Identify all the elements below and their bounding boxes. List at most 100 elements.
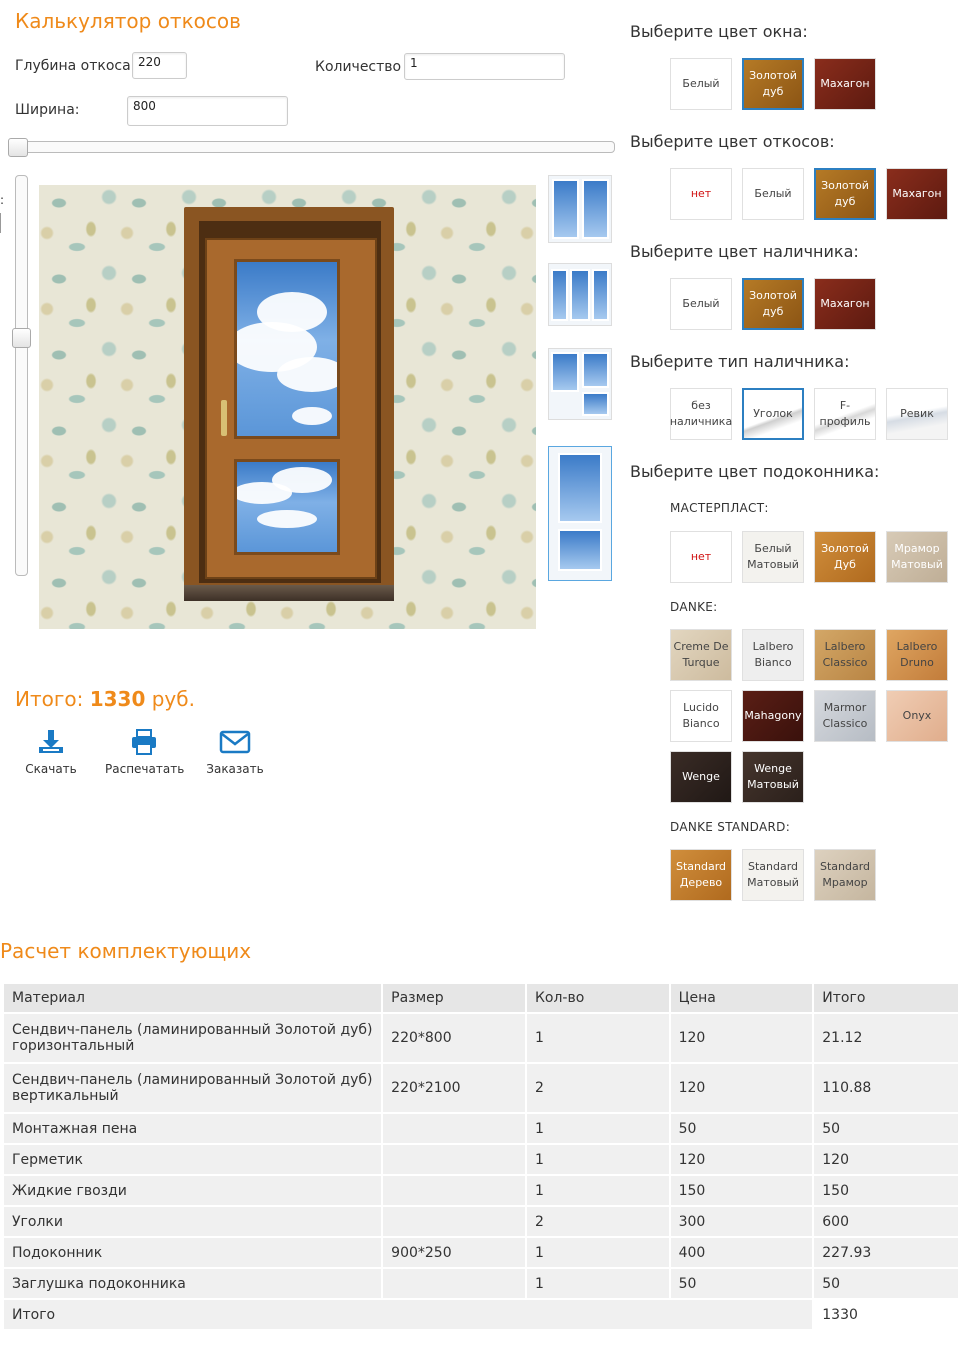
- components-title: Расчет комплектующих: [0, 939, 252, 963]
- total-amount: 1330: [89, 687, 146, 711]
- envelope-icon: [219, 730, 251, 754]
- header-quantity: Кол-во: [526, 984, 669, 1012]
- download-button[interactable]: Скачать: [25, 728, 77, 776]
- trim-type-corner[interactable]: Уголок: [742, 388, 804, 440]
- sill-masterplast-marble-matte[interactable]: Мрамор Матовый: [886, 531, 948, 583]
- cell-quantity: 1: [526, 1014, 669, 1062]
- table-header-row: Материал Размер Кол-во Цена Итого: [4, 984, 958, 1012]
- cell-total: 120: [814, 1145, 958, 1174]
- cell-material: Сендвич-панель (ламинированный Золотой д…: [4, 1064, 382, 1112]
- table-total-row: Итого 1330: [4, 1300, 958, 1329]
- cell-price: 150: [670, 1176, 813, 1205]
- cell-price: 120: [670, 1014, 813, 1062]
- table-row: Сендвич-панель (ламинированный Золотой д…: [4, 1014, 958, 1062]
- table-row: Сендвич-панель (ламинированный Золотой д…: [4, 1064, 958, 1112]
- trim-color-title: Выберите цвет наличника:: [630, 242, 859, 261]
- trim-color-mahogany[interactable]: Махагон: [814, 278, 876, 330]
- cell-quantity: 1: [526, 1176, 669, 1205]
- window-sill: [184, 585, 394, 601]
- cell-quantity: 1: [526, 1238, 669, 1267]
- sill-standard-matte[interactable]: Standard Матовый: [742, 849, 804, 901]
- cell-quantity: 1: [526, 1145, 669, 1174]
- cell-quantity: 1: [526, 1269, 669, 1298]
- trim-type-f-profile[interactable]: F-профиль: [814, 388, 876, 440]
- slope-color-title: Выберите цвет откосов:: [630, 132, 835, 151]
- window-type-triple-thumb[interactable]: [548, 263, 612, 326]
- calculator-title: Калькулятор откосов: [15, 9, 241, 33]
- sill-standard-wood[interactable]: Standard Дерево: [670, 849, 732, 901]
- download-icon: [39, 730, 63, 753]
- depth-input[interactable]: 220: [132, 52, 187, 79]
- sill-masterplast-white-matte[interactable]: Белый Матовый: [742, 531, 804, 583]
- sill-danke-mahagony[interactable]: Mahagony: [742, 690, 804, 742]
- sill-masterplast-golden-oak[interactable]: Золотой Дуб: [814, 531, 876, 583]
- width-slider-handle[interactable]: [8, 138, 28, 157]
- cell-price: 120: [670, 1064, 813, 1112]
- cell-size: [383, 1269, 525, 1298]
- cell-price: 120: [670, 1145, 813, 1174]
- cell-material: Герметик: [4, 1145, 382, 1174]
- depth-label: Глубина откоса: [15, 58, 131, 74]
- total-currency: руб.: [151, 687, 195, 711]
- header-price: Цена: [670, 984, 813, 1012]
- cell-material: Монтажная пена: [4, 1114, 382, 1143]
- sill-danke-creme-de-turque[interactable]: Creme De Turque: [670, 629, 732, 681]
- slope-color-none[interactable]: нет: [670, 168, 732, 220]
- trim-type-revik[interactable]: Ревик: [886, 388, 948, 440]
- table-row: Уголки 2 300 600: [4, 1207, 958, 1236]
- height-slider[interactable]: [12, 175, 31, 576]
- cell-size: [383, 1176, 525, 1205]
- trim-type-none[interactable]: без наличника: [670, 388, 732, 440]
- cell-total: 150: [814, 1176, 958, 1205]
- width-slider[interactable]: [8, 138, 615, 157]
- printer-icon: [131, 729, 156, 755]
- order-label: Заказать: [206, 762, 264, 776]
- window-preview: [39, 185, 536, 629]
- cell-price: 400: [670, 1238, 813, 1267]
- sill-color-title: Выберите цвет подоконника:: [630, 462, 880, 481]
- header-total: Итого: [814, 984, 958, 1012]
- quantity-input[interactable]: 1: [404, 53, 565, 80]
- sill-standard-marble[interactable]: Standard Мрамор: [814, 849, 876, 901]
- trim-color-white[interactable]: Белый: [670, 278, 732, 330]
- cell-material: Заглушка подоконника: [4, 1269, 382, 1298]
- height-slider-handle[interactable]: [12, 328, 31, 348]
- sill-danke-lalbero-druno[interactable]: Lalbero Druno: [886, 629, 948, 681]
- sill-danke-marmor-classico[interactable]: Marmor Classico: [814, 690, 876, 742]
- cell-total: 227.93: [814, 1238, 958, 1267]
- height-slider-tick: [0, 213, 1, 233]
- sill-masterplast-none[interactable]: нет: [670, 531, 732, 583]
- table-total-value: 1330: [814, 1300, 958, 1329]
- window-color-golden-oak[interactable]: Золотой дуб: [742, 58, 804, 110]
- table-total-label: Итого: [4, 1300, 813, 1329]
- sill-danke-lucido-bianco[interactable]: Lucido Bianco: [670, 690, 732, 742]
- cell-price: 300: [670, 1207, 813, 1236]
- order-button[interactable]: Заказать: [206, 728, 264, 776]
- window-color-mahogany[interactable]: Махагон: [814, 58, 876, 110]
- window-color-white[interactable]: Белый: [670, 58, 732, 110]
- cell-material: Подоконник: [4, 1238, 382, 1267]
- slope-color-mahogany[interactable]: Махагон: [886, 168, 948, 220]
- width-label: Ширина:: [15, 102, 80, 118]
- sill-danke-lalbero-bianco[interactable]: Lalbero Bianco: [742, 629, 804, 681]
- trim-color-golden-oak[interactable]: Золотой дуб: [742, 278, 804, 330]
- header-material: Материал: [4, 984, 382, 1012]
- cell-quantity: 2: [526, 1207, 669, 1236]
- print-button[interactable]: Распечатать: [105, 728, 184, 776]
- slope-color-golden-oak[interactable]: Золотой дуб: [814, 168, 876, 220]
- sill-danke-wenge[interactable]: Wenge: [670, 751, 732, 803]
- window-type-door-thumb[interactable]: [548, 446, 612, 581]
- sill-danke-onyx[interactable]: Onyx: [886, 690, 948, 742]
- masterplast-title: МАСТЕРПЛАСТ:: [670, 501, 769, 515]
- sill-danke-lalbero-classico[interactable]: Lalbero Classico: [814, 629, 876, 681]
- window-type-single-tilt-thumb[interactable]: [548, 175, 612, 243]
- danke-title: DANKE:: [670, 600, 718, 614]
- quantity-label: Количество: [315, 59, 402, 75]
- table-row: Герметик 1 120 120: [4, 1145, 958, 1174]
- width-input[interactable]: 800: [127, 96, 288, 126]
- download-label: Скачать: [25, 762, 77, 776]
- slope-color-white[interactable]: Белый: [742, 168, 804, 220]
- sill-danke-wenge-matte[interactable]: Wenge Матовый: [742, 751, 804, 803]
- cell-size: 220*800: [383, 1014, 525, 1062]
- window-type-balcony-thumb[interactable]: [548, 348, 612, 420]
